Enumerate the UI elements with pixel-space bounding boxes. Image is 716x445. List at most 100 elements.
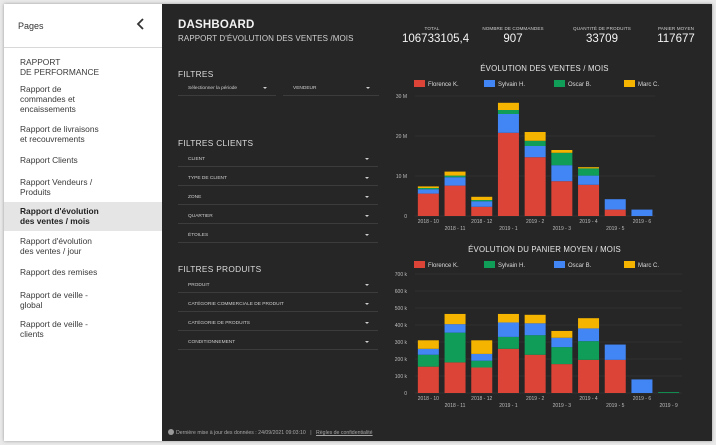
bar-segment[interactable]: [444, 362, 466, 393]
bar-segment[interactable]: [658, 392, 680, 393]
legend-item[interactable]: Florence K.: [414, 80, 459, 90]
client-type-dropdown[interactable]: TYPE DE CLIENT: [178, 173, 378, 186]
bar-segment[interactable]: [604, 344, 626, 360]
bar-segment[interactable]: [604, 359, 626, 393]
bar-segment[interactable]: [444, 171, 466, 176]
legend-item[interactable]: Marc C.: [624, 80, 659, 90]
bar-segment[interactable]: [444, 177, 466, 186]
bar-segment[interactable]: [444, 324, 466, 333]
bar-segment[interactable]: [551, 165, 573, 182]
chevron-left-icon[interactable]: [134, 17, 148, 31]
x-tick-label: 2019 - 5: [606, 403, 625, 409]
sidebar-item-label: Rapport d'évolution des ventes / mois: [20, 206, 99, 226]
bar-segment[interactable]: [471, 206, 493, 216]
bar-segment[interactable]: [497, 322, 519, 337]
bar-segment[interactable]: [524, 157, 546, 216]
bar-segment[interactable]: [417, 186, 439, 188]
sidebar-item-vendeurs[interactable]: Rapport Vendeurs / Produits: [4, 177, 162, 199]
sidebar-item-evolution-mois[interactable]: Rapport d'évolution des ventes / mois: [4, 202, 162, 231]
sidebar-item-evolution-jour[interactable]: Rapport d'évolution des ventes / jour: [4, 236, 162, 258]
bar-segment[interactable]: [551, 364, 573, 393]
bar-segment[interactable]: [471, 367, 493, 394]
stars-dropdown[interactable]: ÉTOILES: [178, 230, 378, 243]
legend-item[interactable]: Oscar B.: [554, 80, 591, 90]
y-tick-label: 100 k: [395, 374, 408, 380]
bar-segment[interactable]: [551, 330, 573, 338]
bar-segment[interactable]: [578, 175, 600, 185]
bar-segment[interactable]: [578, 167, 600, 169]
bar-segment[interactable]: [417, 188, 439, 190]
bar-segment[interactable]: [417, 193, 439, 216]
bar-segment[interactable]: [417, 366, 439, 393]
commercial-category-dropdown[interactable]: CATÉGORIE COMMERCIALE DE PRODUIT: [178, 299, 378, 312]
basket-chart-title: ÉVOLUTION DU PANIER MOYEN / MOIS: [468, 245, 621, 254]
bar-segment[interactable]: [524, 140, 546, 146]
chevron-down-icon: [365, 341, 369, 343]
bar-segment[interactable]: [417, 354, 439, 367]
bar-segment[interactable]: [471, 360, 493, 368]
bar-segment[interactable]: [604, 209, 626, 216]
bar-segment[interactable]: [631, 209, 653, 216]
bar-segment[interactable]: [497, 313, 519, 323]
bar-segment[interactable]: [524, 314, 546, 324]
bar-segment[interactable]: [578, 341, 600, 360]
bar-segment[interactable]: [497, 348, 519, 393]
bar-segment[interactable]: [471, 340, 493, 354]
bar-segment[interactable]: [497, 114, 519, 133]
bar-segment[interactable]: [604, 199, 626, 210]
bar-segment[interactable]: [551, 337, 573, 348]
bar-segment[interactable]: [578, 328, 600, 342]
bar-segment[interactable]: [578, 318, 600, 329]
bar-segment[interactable]: [497, 110, 519, 114]
bar-segment[interactable]: [578, 184, 600, 216]
product-category-dropdown[interactable]: CATÉGORIE DE PRODUITS: [178, 318, 378, 331]
bar-segment[interactable]: [551, 181, 573, 216]
kpi-quantite: QUANTITÉ DE PRODUITS 33709: [557, 26, 647, 45]
bar-segment[interactable]: [578, 359, 600, 393]
sidebar-item-livraisons[interactable]: Rapport de livraisons et recouvrements: [4, 124, 162, 146]
bar-segment[interactable]: [631, 379, 653, 393]
x-tick-label: 2019 - 4: [579, 396, 598, 402]
bar-segment[interactable]: [524, 323, 546, 336]
sidebar-item-clients[interactable]: Rapport Clients: [4, 155, 162, 167]
sidebar-item-veille-global[interactable]: Rapport de veille - global: [4, 290, 162, 312]
bar-segment[interactable]: [551, 152, 573, 166]
bar-segment[interactable]: [444, 313, 466, 325]
bar-segment[interactable]: [417, 348, 439, 355]
bar-segment[interactable]: [444, 185, 466, 216]
product-dropdown[interactable]: PRODUIT: [178, 280, 378, 293]
bar-segment[interactable]: [524, 146, 546, 158]
bar-segment[interactable]: [444, 175, 466, 178]
bar-segment[interactable]: [471, 353, 493, 361]
bar-segment[interactable]: [497, 336, 519, 349]
bar-segment[interactable]: [471, 201, 493, 207]
sidebar-item-commandes[interactable]: Rapport de commandes et encaissements: [4, 84, 162, 116]
bar-segment[interactable]: [417, 189, 439, 194]
bar-segment[interactable]: [444, 332, 466, 363]
bar-segment[interactable]: [551, 150, 573, 153]
sidebar-item-performance[interactable]: RAPPORT DE PERFORMANCE: [4, 57, 162, 79]
bar-segment[interactable]: [578, 168, 600, 176]
privacy-link[interactable]: Règles de confidentialité: [316, 430, 373, 436]
bar-segment[interactable]: [497, 102, 519, 110]
client-dropdown[interactable]: CLIENT: [178, 154, 378, 167]
x-tick-label: 2019 - 3: [553, 403, 572, 409]
zone-dropdown[interactable]: ZONE: [178, 192, 378, 205]
bar-segment[interactable]: [471, 196, 493, 200]
bar-segment[interactable]: [524, 132, 546, 141]
seller-dropdown[interactable]: VENDEUR: [283, 83, 379, 96]
bar-segment[interactable]: [417, 340, 439, 349]
bar-segment[interactable]: [524, 335, 546, 355]
sidebar-item-remises[interactable]: Rapport des remises: [4, 267, 162, 279]
sidebar-item-veille-clients[interactable]: Rapport de veille - clients: [4, 319, 162, 341]
bar-segment[interactable]: [524, 354, 546, 393]
period-selector[interactable]: Sélectionner la période: [178, 83, 276, 96]
legend-item[interactable]: Sylvain H.: [484, 80, 525, 90]
page-title: DASHBOARD: [178, 19, 255, 31]
packaging-dropdown[interactable]: CONDITIONNEMENT: [178, 337, 378, 350]
x-tick-label: 2018 - 12: [471, 396, 492, 402]
quartier-dropdown[interactable]: QUARTIER: [178, 211, 378, 224]
bar-segment[interactable]: [471, 200, 493, 202]
bar-segment[interactable]: [551, 347, 573, 365]
bar-segment[interactable]: [497, 132, 519, 216]
